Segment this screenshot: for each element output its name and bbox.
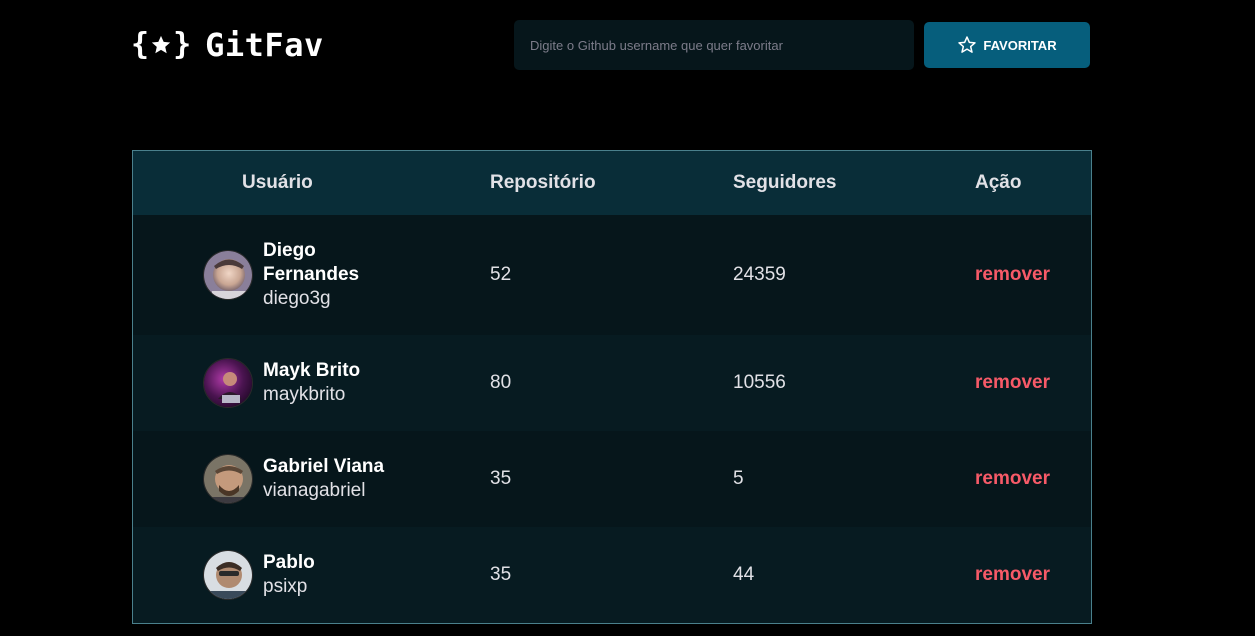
- avatar[interactable]: [203, 358, 253, 408]
- user-name: Diego Fernandes: [263, 240, 360, 285]
- favorite-button-label: FAVORITAR: [983, 37, 1057, 53]
- repos-count: 52: [490, 264, 512, 285]
- avatar[interactable]: [203, 454, 253, 504]
- star-braces-icon: { }: [131, 27, 192, 62]
- avatar[interactable]: [203, 250, 253, 300]
- user-name: Pablo: [263, 552, 315, 573]
- user-login[interactable]: maykbrito: [263, 383, 360, 407]
- page: { } GitFav FAVORITAR Us: [0, 0, 1255, 636]
- repos-count: 80: [490, 372, 512, 393]
- logo-text: GitFav: [205, 26, 324, 64]
- star-outline-icon: [957, 35, 977, 55]
- header-repos: Repositório: [490, 172, 596, 193]
- user-cell: Diego Fernandes diego3g: [133, 239, 490, 311]
- followers-count: 10556: [733, 372, 786, 393]
- header-action: Ação: [975, 172, 1022, 193]
- table-row: Gabriel Viana vianagabriel 35 5 remover: [133, 431, 1091, 527]
- followers-count: 24359: [733, 264, 786, 285]
- user-login[interactable]: vianagabriel: [263, 479, 384, 503]
- favorite-button[interactable]: FAVORITAR: [924, 22, 1090, 68]
- followers-count: 5: [733, 468, 744, 489]
- user-name: Mayk Brito: [263, 360, 361, 381]
- repos-count: 35: [490, 468, 512, 489]
- user-cell: Gabriel Viana vianagabriel: [133, 454, 490, 504]
- remove-button[interactable]: remover: [975, 264, 1050, 286]
- search-input[interactable]: [514, 20, 914, 70]
- table-header: Usuário Repositório Seguidores Ação: [133, 151, 1091, 215]
- user-cell: Pablo psixp: [133, 550, 490, 600]
- table-row: Diego Fernandes diego3g 52 24359 remover: [133, 215, 1091, 335]
- table-row: Mayk Brito maykbrito 80 10556 remover: [133, 335, 1091, 431]
- favorites-table: Usuário Repositório Seguidores Ação Dieg…: [132, 150, 1092, 624]
- header-followers: Seguidores: [733, 172, 837, 193]
- header-user: Usuário: [242, 172, 313, 193]
- avatar[interactable]: [203, 550, 253, 600]
- remove-button[interactable]: remover: [975, 564, 1050, 586]
- user-cell: Mayk Brito maykbrito: [133, 358, 490, 408]
- user-login[interactable]: psixp: [263, 575, 315, 599]
- repos-count: 35: [490, 564, 512, 585]
- table-row: Pablo psixp 35 44 remover: [133, 527, 1091, 623]
- user-name: Gabriel Viana: [263, 456, 385, 477]
- followers-count: 44: [733, 564, 755, 585]
- logo: { } GitFav: [131, 27, 324, 63]
- user-login[interactable]: diego3g: [263, 287, 393, 311]
- remove-button[interactable]: remover: [975, 468, 1050, 490]
- remove-button[interactable]: remover: [975, 372, 1050, 394]
